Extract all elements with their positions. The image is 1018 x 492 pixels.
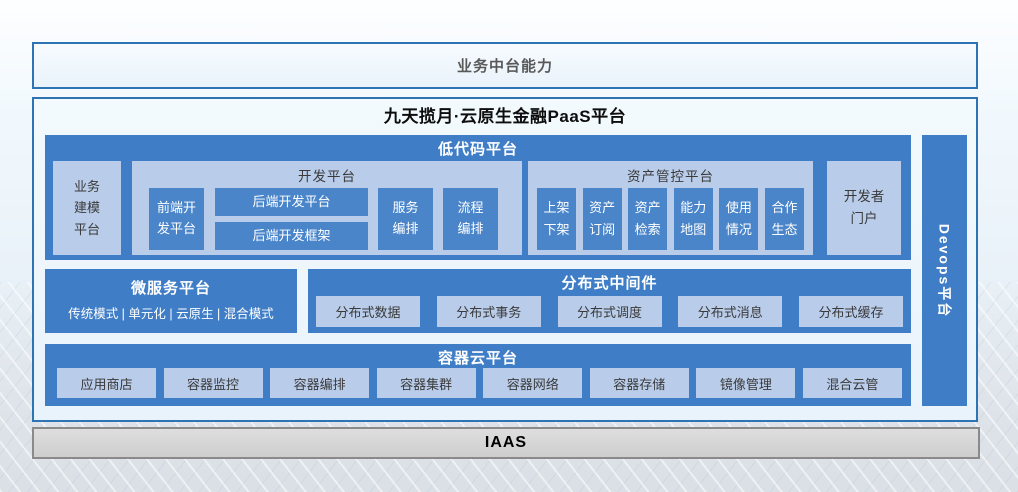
paas-platform-box: 九天揽月·云原生金融PaaS平台 低代码平台 业务 建模 平台 开发平台 前端开… bbox=[32, 97, 978, 422]
distributed-middleware-title: 分布式中间件 bbox=[308, 272, 911, 293]
microservice-modes-label: 传统模式 | 单元化 | 云原生 | 混合模式 bbox=[45, 303, 297, 322]
container-cloud-section: 容器云平台 应用商店 容器监控 容器编排 容器集群 容器网络 容器存储 镜像管理… bbox=[45, 344, 911, 406]
container-item-monitoring: 容器监控 bbox=[164, 368, 263, 398]
asset-items-row: 上架 下架 资产 订阅 资产 检索 能力 地图 使用 情况 合作 生态 bbox=[537, 188, 804, 250]
dev-platform-panel: 开发平台 前端开 发平台 后端开发平台 后端开发框架 服务 编排 流程 编排 bbox=[132, 161, 522, 255]
business-midplatform-title: 业务中台能力 bbox=[457, 55, 553, 76]
container-item-orchestration: 容器编排 bbox=[270, 368, 369, 398]
container-item-cluster: 容器集群 bbox=[377, 368, 476, 398]
asset-item-usage: 使用 情况 bbox=[719, 188, 758, 250]
middleware-item-messaging: 分布式消息 bbox=[678, 296, 782, 327]
backend-stack: 后端开发平台 后端开发框架 bbox=[215, 188, 368, 250]
iaas-title: IAAS bbox=[485, 434, 527, 452]
asset-item-shelf: 上架 下架 bbox=[537, 188, 576, 250]
paas-platform-title: 九天揽月·云原生金融PaaS平台 bbox=[34, 102, 976, 126]
middleware-items-row: 分布式数据 分布式事务 分布式调度 分布式消息 分布式缓存 bbox=[316, 296, 903, 327]
microservice-platform-section: 微服务平台 传统模式 | 单元化 | 云原生 | 混合模式 bbox=[45, 269, 297, 333]
business-modeling-platform-block: 业务 建模 平台 bbox=[53, 161, 121, 255]
asset-item-ecosystem: 合作 生态 bbox=[765, 188, 804, 250]
backend-dev-platform-block: 后端开发平台 bbox=[215, 188, 368, 216]
microservice-platform-title: 微服务平台 bbox=[45, 277, 297, 298]
service-orchestration-block: 服务 编排 bbox=[378, 188, 433, 250]
distributed-middleware-section: 分布式中间件 分布式数据 分布式事务 分布式调度 分布式消息 分布式缓存 bbox=[308, 269, 911, 333]
asset-control-panel: 资产管控平台 上架 下架 资产 订阅 资产 检索 能力 地图 使用 情况 合作 … bbox=[528, 161, 813, 255]
middleware-item-scheduling: 分布式调度 bbox=[558, 296, 662, 327]
middleware-item-cache: 分布式缓存 bbox=[799, 296, 903, 327]
developer-portal-block: 开发者 门户 bbox=[827, 161, 901, 255]
devops-platform-title: Devops平台 bbox=[935, 223, 955, 318]
iaas-bar: IAAS bbox=[32, 427, 980, 459]
container-item-storage: 容器存储 bbox=[590, 368, 689, 398]
container-cloud-title: 容器云平台 bbox=[45, 347, 911, 368]
low-code-platform-section: 低代码平台 业务 建模 平台 开发平台 前端开 发平台 后端开发平台 后端开发框… bbox=[45, 135, 911, 260]
frontend-dev-platform-block: 前端开 发平台 bbox=[149, 188, 204, 250]
middleware-item-transaction: 分布式事务 bbox=[437, 296, 541, 327]
devops-platform-bar: Devops平台 bbox=[922, 135, 967, 406]
asset-item-capability-map: 能力 地图 bbox=[674, 188, 713, 250]
backend-dev-framework-block: 后端开发框架 bbox=[215, 222, 368, 250]
asset-control-title: 资产管控平台 bbox=[528, 165, 813, 185]
process-orchestration-block: 流程 编排 bbox=[443, 188, 498, 250]
container-items-row: 应用商店 容器监控 容器编排 容器集群 容器网络 容器存储 镜像管理 混合云管 bbox=[57, 368, 902, 398]
middleware-item-data: 分布式数据 bbox=[316, 296, 420, 327]
container-item-network: 容器网络 bbox=[483, 368, 582, 398]
business-midplatform-box: 业务中台能力 bbox=[32, 42, 978, 89]
architecture-diagram: 业务中台能力 九天揽月·云原生金融PaaS平台 低代码平台 业务 建模 平台 开… bbox=[0, 0, 1018, 492]
low-code-platform-title: 低代码平台 bbox=[45, 138, 911, 159]
asset-item-search: 资产 检索 bbox=[628, 188, 667, 250]
container-item-hybrid-cloud: 混合云管 bbox=[803, 368, 902, 398]
dev-platform-title: 开发平台 bbox=[132, 165, 522, 185]
container-item-app-store: 应用商店 bbox=[57, 368, 156, 398]
asset-item-subscription: 资产 订阅 bbox=[583, 188, 622, 250]
container-item-image-mgmt: 镜像管理 bbox=[696, 368, 795, 398]
